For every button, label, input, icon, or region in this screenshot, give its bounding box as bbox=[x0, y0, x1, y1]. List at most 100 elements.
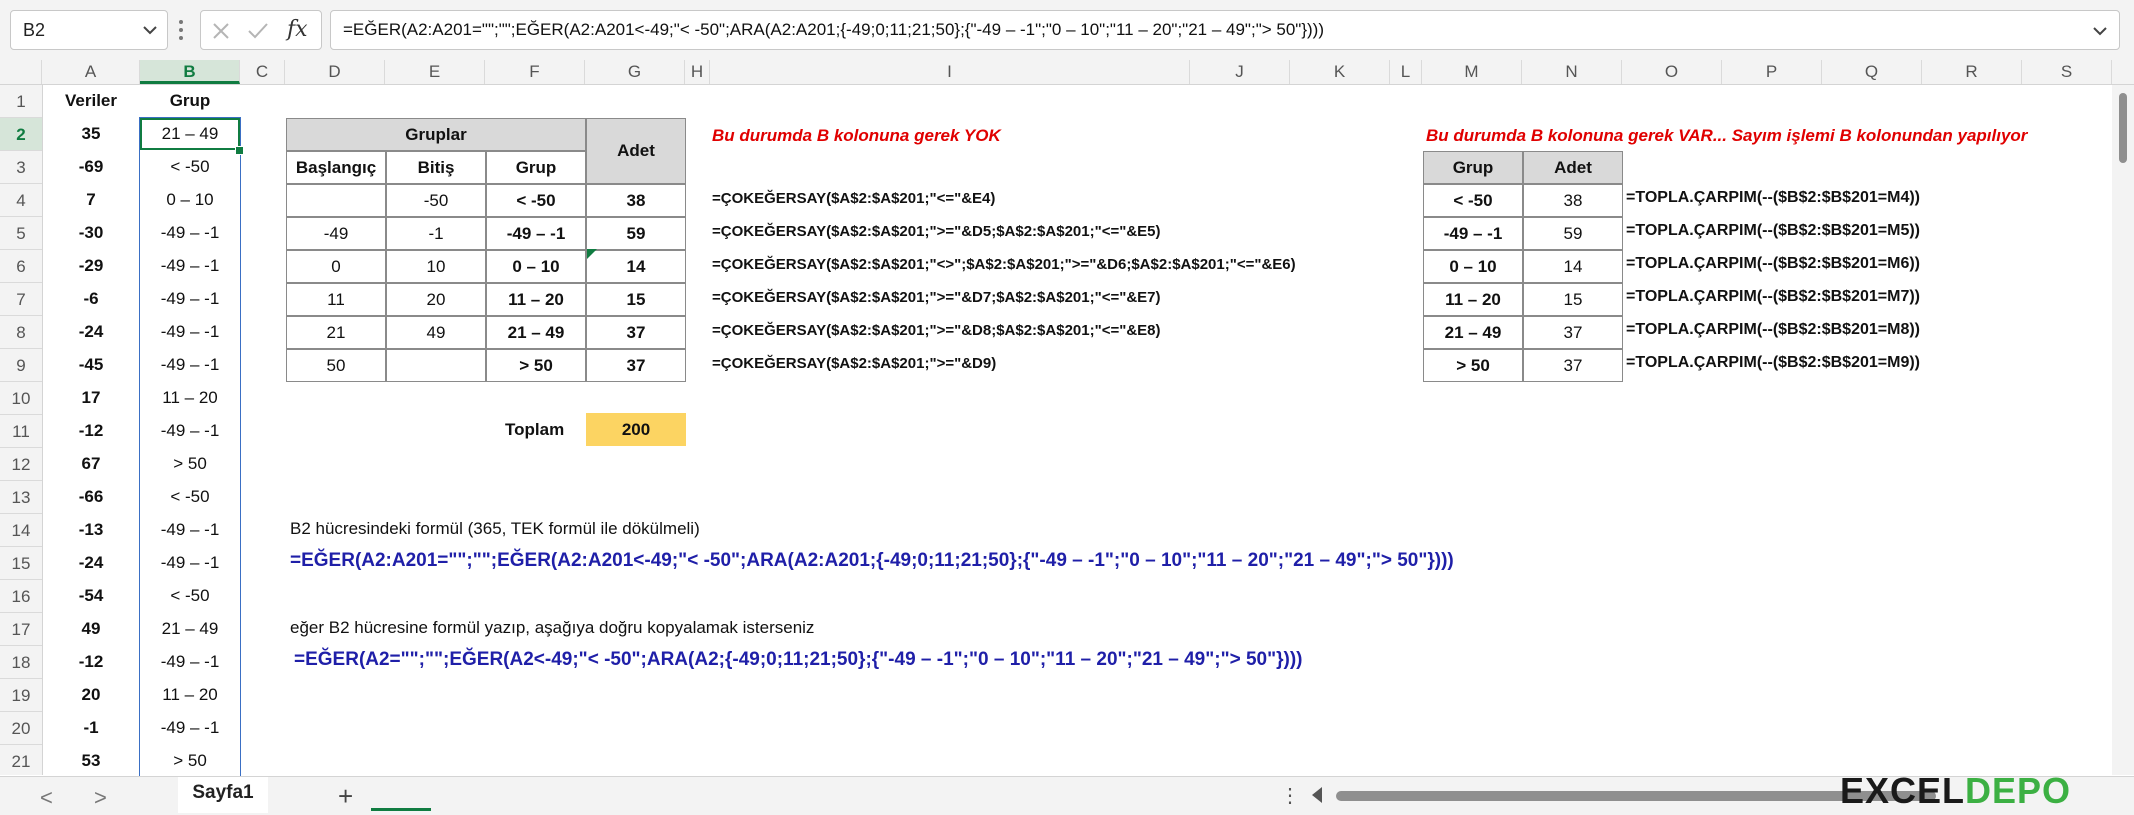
column-header-i[interactable]: I bbox=[710, 60, 1190, 84]
value-cell[interactable]: 35 bbox=[42, 124, 140, 144]
column-header-f[interactable]: F bbox=[485, 60, 585, 84]
value-cell[interactable]: 49 bbox=[42, 619, 140, 639]
total-value[interactable]: 200 bbox=[586, 413, 686, 446]
groups-start-cell[interactable]: -49 bbox=[286, 217, 386, 250]
value-cell[interactable]: -45 bbox=[42, 355, 140, 375]
b2-formula-text[interactable]: =EĞER(A2:A201="";"";EĞER(A2:A201<-49;"< … bbox=[290, 550, 1454, 572]
value-cell[interactable]: -69 bbox=[42, 157, 140, 177]
groups-group-cell[interactable]: 11 – 20 bbox=[486, 283, 586, 316]
expand-formula-chevron-icon[interactable] bbox=[2091, 22, 2109, 40]
column-header-b[interactable]: B bbox=[140, 60, 240, 84]
note-b-needed[interactable]: Bu durumda B kolonuna gerek VAR... Sayım… bbox=[1426, 126, 2027, 146]
groups-table-group-header[interactable]: Grup bbox=[486, 151, 586, 184]
row-header-2[interactable]: 2 bbox=[0, 118, 42, 151]
groups-group-cell[interactable]: > 50 bbox=[486, 349, 586, 382]
sumproduct-formula[interactable]: =TOPLA.ÇARPIM(--($B$2:$B$201=M6)) bbox=[1626, 255, 1920, 273]
right-count-cell[interactable]: 59 bbox=[1523, 217, 1623, 250]
column-header-n[interactable]: N bbox=[1522, 60, 1622, 84]
column-header-j[interactable]: J bbox=[1190, 60, 1290, 84]
row-header-16[interactable]: 16 bbox=[0, 580, 42, 613]
copy-formula-text[interactable]: =EĞER(A2="";"";EĞER(A2<-49;"< -50";ARA(A… bbox=[294, 649, 1302, 671]
column-header-q[interactable]: Q bbox=[1822, 60, 1922, 84]
error-indicator-icon[interactable] bbox=[587, 249, 597, 259]
right-group-cell[interactable]: 0 – 10 bbox=[1423, 250, 1523, 283]
b2-formula-label[interactable]: B2 hücresindeki formül (365, TEK formül … bbox=[290, 519, 700, 539]
groups-table-end-header[interactable]: Bitiş bbox=[386, 151, 486, 184]
formula-input[interactable]: =EĞER(A2:A201="";"";EĞER(A2:A201<-49;"< … bbox=[330, 10, 2120, 50]
column-header-d[interactable]: D bbox=[285, 60, 385, 84]
right-table-count-header[interactable]: Adet bbox=[1523, 151, 1623, 184]
prev-sheet-arrow-icon[interactable]: < bbox=[40, 785, 53, 811]
column-header-k[interactable]: K bbox=[1290, 60, 1390, 84]
sumproduct-formula[interactable]: =TOPLA.ÇARPIM(--($B$2:$B$201=M9)) bbox=[1626, 354, 1920, 372]
sheet-tab-sayfa1[interactable]: Sayfa1 bbox=[178, 777, 431, 813]
value-cell[interactable]: 17 bbox=[42, 388, 140, 408]
value-cell[interactable]: -24 bbox=[42, 322, 140, 342]
column-header-e[interactable]: E bbox=[385, 60, 485, 84]
groups-group-cell[interactable]: < -50 bbox=[486, 184, 586, 217]
column-header-m[interactable]: M bbox=[1422, 60, 1522, 84]
row-header-15[interactable]: 15 bbox=[0, 547, 42, 580]
row-header-7[interactable]: 7 bbox=[0, 283, 42, 316]
value-cell[interactable]: 67 bbox=[42, 454, 140, 474]
vertical-scrollbar[interactable] bbox=[2112, 85, 2134, 775]
sumproduct-formula[interactable]: =TOPLA.ÇARPIM(--($B$2:$B$201=M8)) bbox=[1626, 321, 1920, 339]
chevron-down-icon[interactable] bbox=[141, 21, 159, 39]
groups-table-title[interactable]: Gruplar bbox=[286, 118, 586, 151]
value-cell[interactable]: -12 bbox=[42, 652, 140, 672]
vertical-scroll-thumb[interactable] bbox=[2119, 93, 2127, 163]
groups-count-cell[interactable]: 37 bbox=[586, 349, 686, 382]
header-grup[interactable]: Grup bbox=[140, 91, 240, 111]
groups-count-cell[interactable]: 38 bbox=[586, 184, 686, 217]
row-header-17[interactable]: 17 bbox=[0, 613, 42, 646]
countifs-formula[interactable]: =ÇOKEĞERSAY($A$2:$A$201;"<="&E4) bbox=[712, 190, 995, 207]
groups-start-cell[interactable]: 0 bbox=[286, 250, 386, 283]
more-sheets-icon[interactable]: ⋮ bbox=[1280, 783, 1300, 808]
value-cell[interactable]: -12 bbox=[42, 421, 140, 441]
active-cell-b2[interactable] bbox=[140, 118, 240, 150]
countifs-formula[interactable]: =ÇOKEĞERSAY($A$2:$A$201;"<>";$A$2:$A$201… bbox=[712, 256, 1296, 273]
groups-end-cell[interactable]: 49 bbox=[386, 316, 486, 349]
column-header-g[interactable]: G bbox=[585, 60, 685, 84]
value-cell[interactable]: -13 bbox=[42, 520, 140, 540]
countifs-formula[interactable]: =ÇOKEĞERSAY($A$2:$A$201;">="&D7;$A$2:$A$… bbox=[712, 289, 1161, 306]
row-header-11[interactable]: 11 bbox=[0, 415, 42, 448]
value-cell[interactable]: -29 bbox=[42, 256, 140, 276]
value-cell[interactable]: 7 bbox=[42, 190, 140, 210]
value-cell[interactable]: -66 bbox=[42, 487, 140, 507]
groups-start-cell[interactable] bbox=[286, 184, 386, 217]
right-group-cell[interactable]: > 50 bbox=[1423, 349, 1523, 382]
row-header-12[interactable]: 12 bbox=[0, 448, 42, 481]
right-count-cell[interactable]: 37 bbox=[1523, 349, 1623, 382]
note-b-not-needed[interactable]: Bu durumda B kolonuna gerek YOK bbox=[712, 126, 1001, 146]
right-group-cell[interactable]: 11 – 20 bbox=[1423, 283, 1523, 316]
value-cell[interactable]: -1 bbox=[42, 718, 140, 738]
groups-table-start-header[interactable]: Başlangıç bbox=[286, 151, 386, 184]
groups-table-count-header[interactable]: Adet bbox=[586, 118, 686, 184]
groups-group-cell[interactable]: 0 – 10 bbox=[486, 250, 586, 283]
row-header-19[interactable]: 19 bbox=[0, 679, 42, 712]
sumproduct-formula[interactable]: =TOPLA.ÇARPIM(--($B$2:$B$201=M5)) bbox=[1626, 222, 1920, 240]
scroll-left-arrow-icon[interactable] bbox=[1312, 787, 1322, 803]
groups-start-cell[interactable]: 11 bbox=[286, 283, 386, 316]
copy-formula-label[interactable]: eğer B2 hücresine formül yazıp, aşağıya … bbox=[290, 618, 814, 638]
countifs-formula[interactable]: =ÇOKEĞERSAY($A$2:$A$201;">="&D9) bbox=[712, 355, 996, 372]
sumproduct-formula[interactable]: =TOPLA.ÇARPIM(--($B$2:$B$201=M4)) bbox=[1626, 189, 1920, 207]
more-options-icon[interactable] bbox=[178, 19, 184, 41]
row-header-14[interactable]: 14 bbox=[0, 514, 42, 547]
row-header-10[interactable]: 10 bbox=[0, 382, 42, 415]
groups-start-cell[interactable]: 21 bbox=[286, 316, 386, 349]
groups-start-cell[interactable]: 50 bbox=[286, 349, 386, 382]
row-header-4[interactable]: 4 bbox=[0, 184, 42, 217]
value-cell[interactable]: -30 bbox=[42, 223, 140, 243]
groups-end-cell[interactable]: -1 bbox=[386, 217, 486, 250]
row-header-6[interactable]: 6 bbox=[0, 250, 42, 283]
row-header-18[interactable]: 18 bbox=[0, 646, 42, 679]
right-group-cell[interactable]: 21 – 49 bbox=[1423, 316, 1523, 349]
row-header-1[interactable]: 1 bbox=[0, 85, 42, 118]
column-header-l[interactable]: L bbox=[1390, 60, 1422, 84]
groups-end-cell[interactable]: 20 bbox=[386, 283, 486, 316]
right-count-cell[interactable]: 15 bbox=[1523, 283, 1623, 316]
next-sheet-arrow-icon[interactable]: > bbox=[94, 785, 107, 811]
add-sheet-button[interactable]: + bbox=[338, 781, 353, 812]
